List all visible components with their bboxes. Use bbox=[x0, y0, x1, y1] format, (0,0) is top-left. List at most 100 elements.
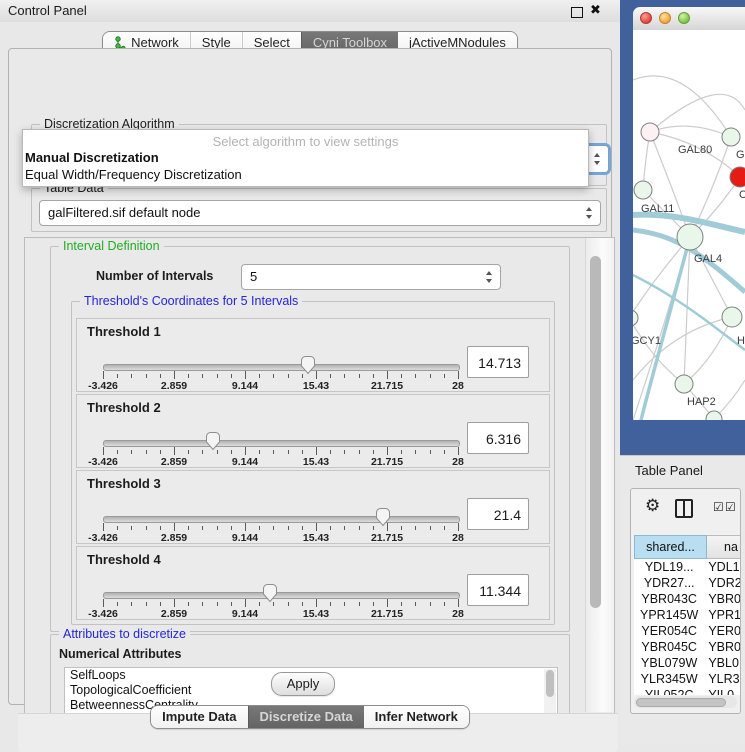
network-node[interactable] bbox=[730, 167, 745, 187]
settings-scrollpane: Interval Definition Number of Intervals … bbox=[24, 237, 615, 715]
table-row[interactable]: YER054CYER0 bbox=[634, 623, 741, 639]
tick-label: 21.715 bbox=[371, 456, 403, 468]
dropdown-option-manual[interactable]: Manual Discretization bbox=[23, 149, 588, 166]
tick-mark bbox=[146, 602, 147, 606]
threshold-value-input[interactable]: 21.4 bbox=[467, 498, 529, 530]
tick-mark bbox=[401, 450, 402, 454]
threshold-label: Threshold 4 bbox=[87, 552, 161, 567]
cell-name: YDR2 bbox=[704, 575, 741, 591]
column-header-name[interactable]: na bbox=[707, 535, 741, 559]
tick-label: 9.144 bbox=[232, 456, 258, 468]
table-row[interactable]: YBR043CYBR0 bbox=[634, 591, 741, 607]
scrollbar-thumb[interactable] bbox=[590, 256, 601, 608]
tick-mark bbox=[160, 374, 161, 378]
slider-track[interactable] bbox=[103, 364, 460, 371]
table-data-combobox[interactable]: galFiltered.sif default node bbox=[39, 200, 601, 226]
tab-impute-data[interactable]: Impute Data bbox=[151, 706, 247, 728]
tab-infer-network[interactable]: Infer Network bbox=[364, 706, 469, 728]
tick-mark bbox=[245, 371, 246, 379]
scrollbar-thumb[interactable] bbox=[636, 698, 726, 707]
slider-tick-labels: -3.4262.8599.14415.4321.71528 bbox=[103, 380, 458, 391]
apply-button[interactable]: Apply bbox=[271, 672, 335, 696]
network-node[interactable] bbox=[634, 181, 652, 199]
close-traffic-light-icon[interactable] bbox=[640, 12, 652, 24]
tick-mark bbox=[430, 602, 431, 606]
slider-track[interactable] bbox=[103, 516, 460, 523]
minimize-traffic-light-icon[interactable] bbox=[659, 12, 671, 24]
table-row[interactable]: YPR145WYPR1 bbox=[634, 607, 741, 623]
table-row[interactable]: YDR27...YDR2 bbox=[634, 575, 741, 591]
number-of-intervals-label: Number of Intervals bbox=[96, 269, 213, 283]
network-canvas[interactable]: GAL80GCGAL11GAL4GCY1HHAP2 bbox=[633, 30, 745, 420]
float-window-icon[interactable] bbox=[571, 7, 583, 18]
network-node[interactable] bbox=[675, 375, 693, 393]
threshold-3-panel: Threshold 3 -3.4262.8599.14415.4321.7152… bbox=[76, 470, 550, 544]
node-label: GCY1 bbox=[633, 335, 661, 347]
network-window-titlebar[interactable] bbox=[633, 7, 745, 31]
network-node[interactable] bbox=[722, 128, 740, 146]
dropdown-option-equal-width[interactable]: Equal Width/Frequency Discretization bbox=[23, 166, 588, 183]
cell-name: YLR3 bbox=[704, 671, 741, 687]
tick-mark bbox=[117, 526, 118, 530]
tick-mark bbox=[259, 450, 260, 454]
threshold-value-input[interactable]: 14.713 bbox=[467, 346, 529, 378]
checkbox-icon[interactable]: ☑ bbox=[713, 500, 724, 514]
tick-mark bbox=[146, 526, 147, 530]
table-row[interactable]: YBL079WYBL0 bbox=[634, 655, 741, 671]
vertical-scrollbar[interactable] bbox=[585, 238, 614, 712]
tick-mark bbox=[231, 602, 232, 606]
tick-mark bbox=[103, 523, 104, 531]
tick-mark bbox=[259, 526, 260, 530]
tick-mark bbox=[117, 450, 118, 454]
network-node[interactable] bbox=[641, 123, 659, 141]
tick-label: 21.715 bbox=[371, 608, 403, 620]
checkbox-icon[interactable]: ☑ bbox=[725, 500, 736, 514]
tick-mark bbox=[401, 374, 402, 378]
node-label: HAP2 bbox=[687, 396, 716, 408]
tick-mark bbox=[344, 602, 345, 606]
table-row[interactable]: YBR045CYBR0 bbox=[634, 639, 741, 655]
tick-mark bbox=[288, 374, 289, 378]
scrollbar-thumb[interactable] bbox=[546, 670, 554, 697]
tick-label: 2.859 bbox=[161, 380, 187, 392]
network-node[interactable] bbox=[633, 310, 638, 326]
tick-mark bbox=[415, 374, 416, 378]
horizontal-scrollbar[interactable] bbox=[634, 696, 737, 708]
tick-mark bbox=[160, 450, 161, 454]
network-edge bbox=[684, 317, 732, 384]
split-columns-icon[interactable] bbox=[675, 499, 693, 518]
column-header-shared-name[interactable]: shared... bbox=[634, 535, 707, 559]
table-row[interactable]: YLR345WYLR3 bbox=[634, 671, 741, 687]
tick-mark bbox=[174, 599, 175, 607]
cell-name: YBL0 bbox=[704, 655, 741, 671]
tick-label: 28 bbox=[452, 456, 464, 468]
slider-track[interactable] bbox=[103, 592, 460, 599]
table-row[interactable]: YIL052CYIL0 bbox=[634, 687, 741, 695]
tick-mark bbox=[430, 526, 431, 530]
slider-tick-labels: -3.4262.8599.14415.4321.71528 bbox=[103, 532, 458, 543]
tick-mark bbox=[259, 602, 260, 606]
threshold-value-input[interactable]: 11.344 bbox=[467, 574, 529, 606]
slider-track[interactable] bbox=[103, 440, 460, 447]
tick-mark bbox=[231, 450, 232, 454]
network-node[interactable] bbox=[677, 224, 703, 250]
gear-icon[interactable]: ⚙ bbox=[645, 496, 660, 516]
zoom-traffic-light-icon[interactable] bbox=[678, 12, 690, 24]
number-of-intervals-combobox[interactable]: 5 bbox=[241, 264, 501, 290]
tick-mark bbox=[344, 450, 345, 454]
tick-mark bbox=[444, 374, 445, 378]
combo-value: galFiltered.sif default node bbox=[48, 201, 200, 225]
close-icon[interactable]: ✖ bbox=[590, 2, 601, 18]
threshold-value-input[interactable]: 6.316 bbox=[467, 422, 529, 454]
network-node[interactable] bbox=[722, 307, 742, 327]
tick-label: -3.426 bbox=[88, 532, 118, 544]
tick-mark bbox=[458, 447, 459, 455]
table-row[interactable]: YDL19...YDL1 bbox=[634, 559, 741, 575]
tick-mark bbox=[202, 602, 203, 606]
tick-label: -3.426 bbox=[88, 380, 118, 392]
cell-shared-name: YER054C bbox=[634, 623, 704, 639]
tick-mark bbox=[401, 526, 402, 530]
tick-label: 21.715 bbox=[371, 380, 403, 392]
tick-label: 9.144 bbox=[232, 380, 258, 392]
tab-discretize-data[interactable]: Discretize Data bbox=[248, 706, 364, 728]
